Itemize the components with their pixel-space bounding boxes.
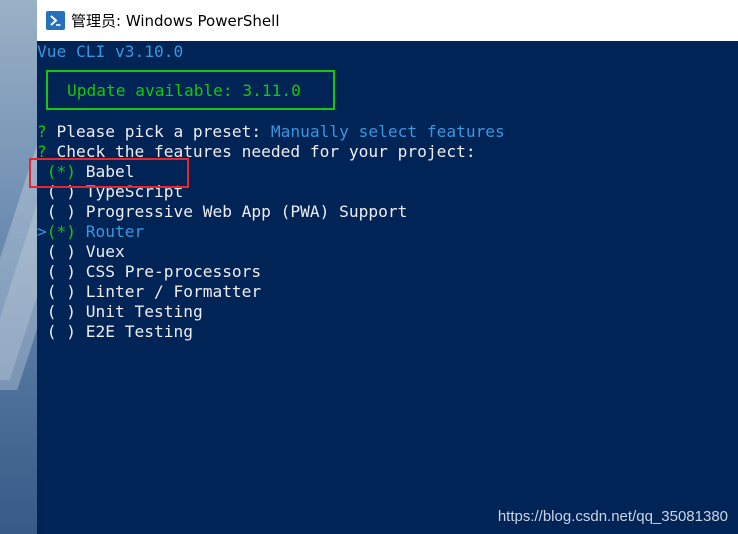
feature-checkbox[interactable]: (*) [47, 222, 76, 241]
feature-label: Unit Testing [85, 302, 203, 321]
cursor-marker [37, 282, 47, 301]
feature-option-linter-formatter[interactable]: ( ) Linter / Formatter [37, 282, 261, 302]
cursor-marker [37, 242, 47, 261]
red-highlight-box [29, 158, 189, 188]
feature-label: E2E Testing [85, 322, 193, 341]
powershell-window: 管理员: Windows PowerShell Vue CLI v3.10.0 … [29, 0, 738, 534]
feature-spacer [76, 202, 86, 221]
feature-spacer [76, 262, 86, 281]
console-output[interactable]: Vue CLI v3.10.0 Update available: 3.11.0… [29, 41, 738, 534]
update-notice-box: Update available: 3.11.0 [46, 70, 335, 110]
feature-checkbox[interactable]: ( ) [47, 202, 76, 221]
feature-checkbox[interactable]: ( ) [47, 302, 76, 321]
question-marker: ? [37, 122, 47, 141]
desktop-background [0, 0, 37, 534]
preset-question: Please pick a preset: [46, 122, 271, 141]
watermark-url: https://blog.csdn.net/qq_35081380 [497, 508, 728, 525]
feature-spacer [76, 222, 86, 241]
powershell-icon [46, 11, 65, 30]
title-bar[interactable]: 管理员: Windows PowerShell [37, 0, 738, 41]
feature-label: Vuex [85, 242, 125, 261]
cursor-marker [37, 302, 47, 321]
feature-option-unit-testing[interactable]: ( ) Unit Testing [37, 302, 203, 322]
vue-cli-version: Vue CLI v3.10.0 [37, 42, 184, 61]
feature-checkbox[interactable]: ( ) [47, 262, 76, 281]
feature-spacer [76, 242, 86, 261]
preset-prompt: ? Please pick a preset: Manually select … [37, 122, 505, 142]
feature-label: CSS Pre-processors [85, 262, 262, 281]
feature-spacer [76, 322, 86, 341]
feature-checkbox[interactable]: ( ) [47, 242, 76, 261]
cursor-marker [37, 322, 47, 341]
feature-option-css-pre-processors[interactable]: ( ) CSS Pre-processors [37, 262, 261, 282]
feature-option-router[interactable]: >(*) Router [37, 222, 144, 242]
feature-option-e2e-testing[interactable]: ( ) E2E Testing [37, 322, 193, 342]
feature-checkbox[interactable]: ( ) [47, 322, 76, 341]
feature-spacer [76, 282, 86, 301]
feature-option-progressive-web-app-pwa-support[interactable]: ( ) Progressive Web App (PWA) Support [37, 202, 408, 222]
cursor-marker [37, 202, 47, 221]
update-notice-text: Update available: 3.11.0 [67, 81, 301, 100]
feature-checkbox[interactable]: ( ) [47, 282, 76, 301]
feature-label: Router [85, 222, 145, 241]
window-title: 管理员: Windows PowerShell [71, 12, 280, 30]
feature-label: Progressive Web App (PWA) Support [85, 202, 408, 221]
feature-label: Linter / Formatter [85, 282, 262, 301]
feature-option-vuex[interactable]: ( ) Vuex [37, 242, 125, 262]
cursor-marker [37, 262, 47, 281]
cursor-marker: > [37, 222, 47, 241]
feature-spacer [76, 302, 86, 321]
preset-answer: Manually select features [270, 122, 505, 141]
